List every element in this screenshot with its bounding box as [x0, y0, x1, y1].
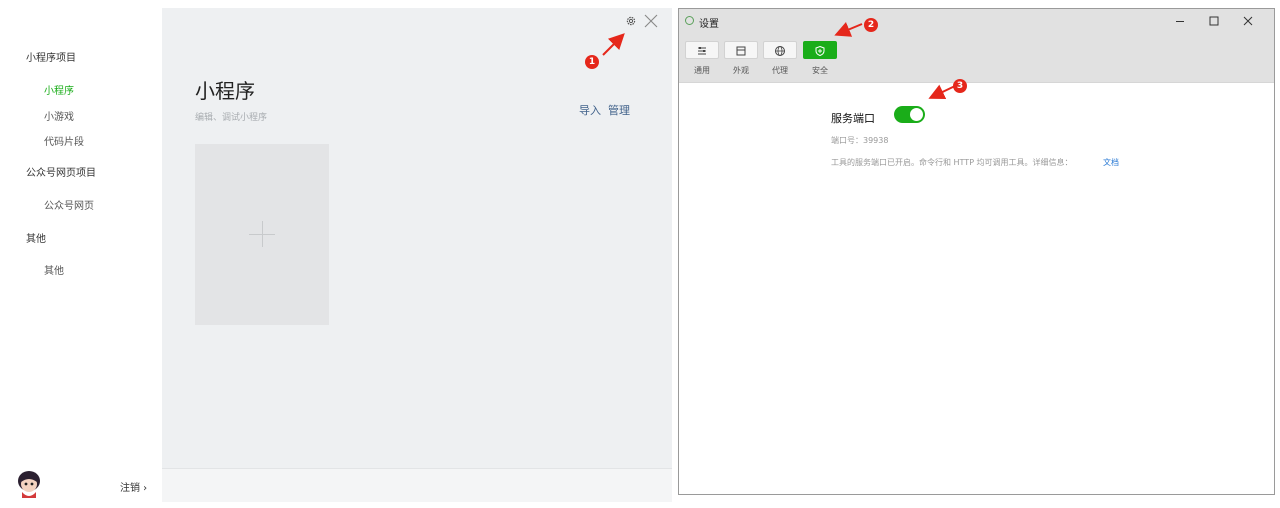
annotation-badge-2: 2	[864, 18, 878, 32]
arrow-1	[602, 33, 625, 56]
annotation-badge-1: 1	[585, 55, 599, 69]
arrow-2	[834, 22, 863, 37]
screenshot-root: 小程序项目 小程序 小游戏 代码片段 公众号网页项目 公众号网页 其他 其他 注…	[0, 0, 1280, 508]
annotation-badge-3: 3	[953, 79, 967, 93]
annotation-arrows	[602, 22, 956, 100]
arrow-3	[928, 84, 956, 100]
